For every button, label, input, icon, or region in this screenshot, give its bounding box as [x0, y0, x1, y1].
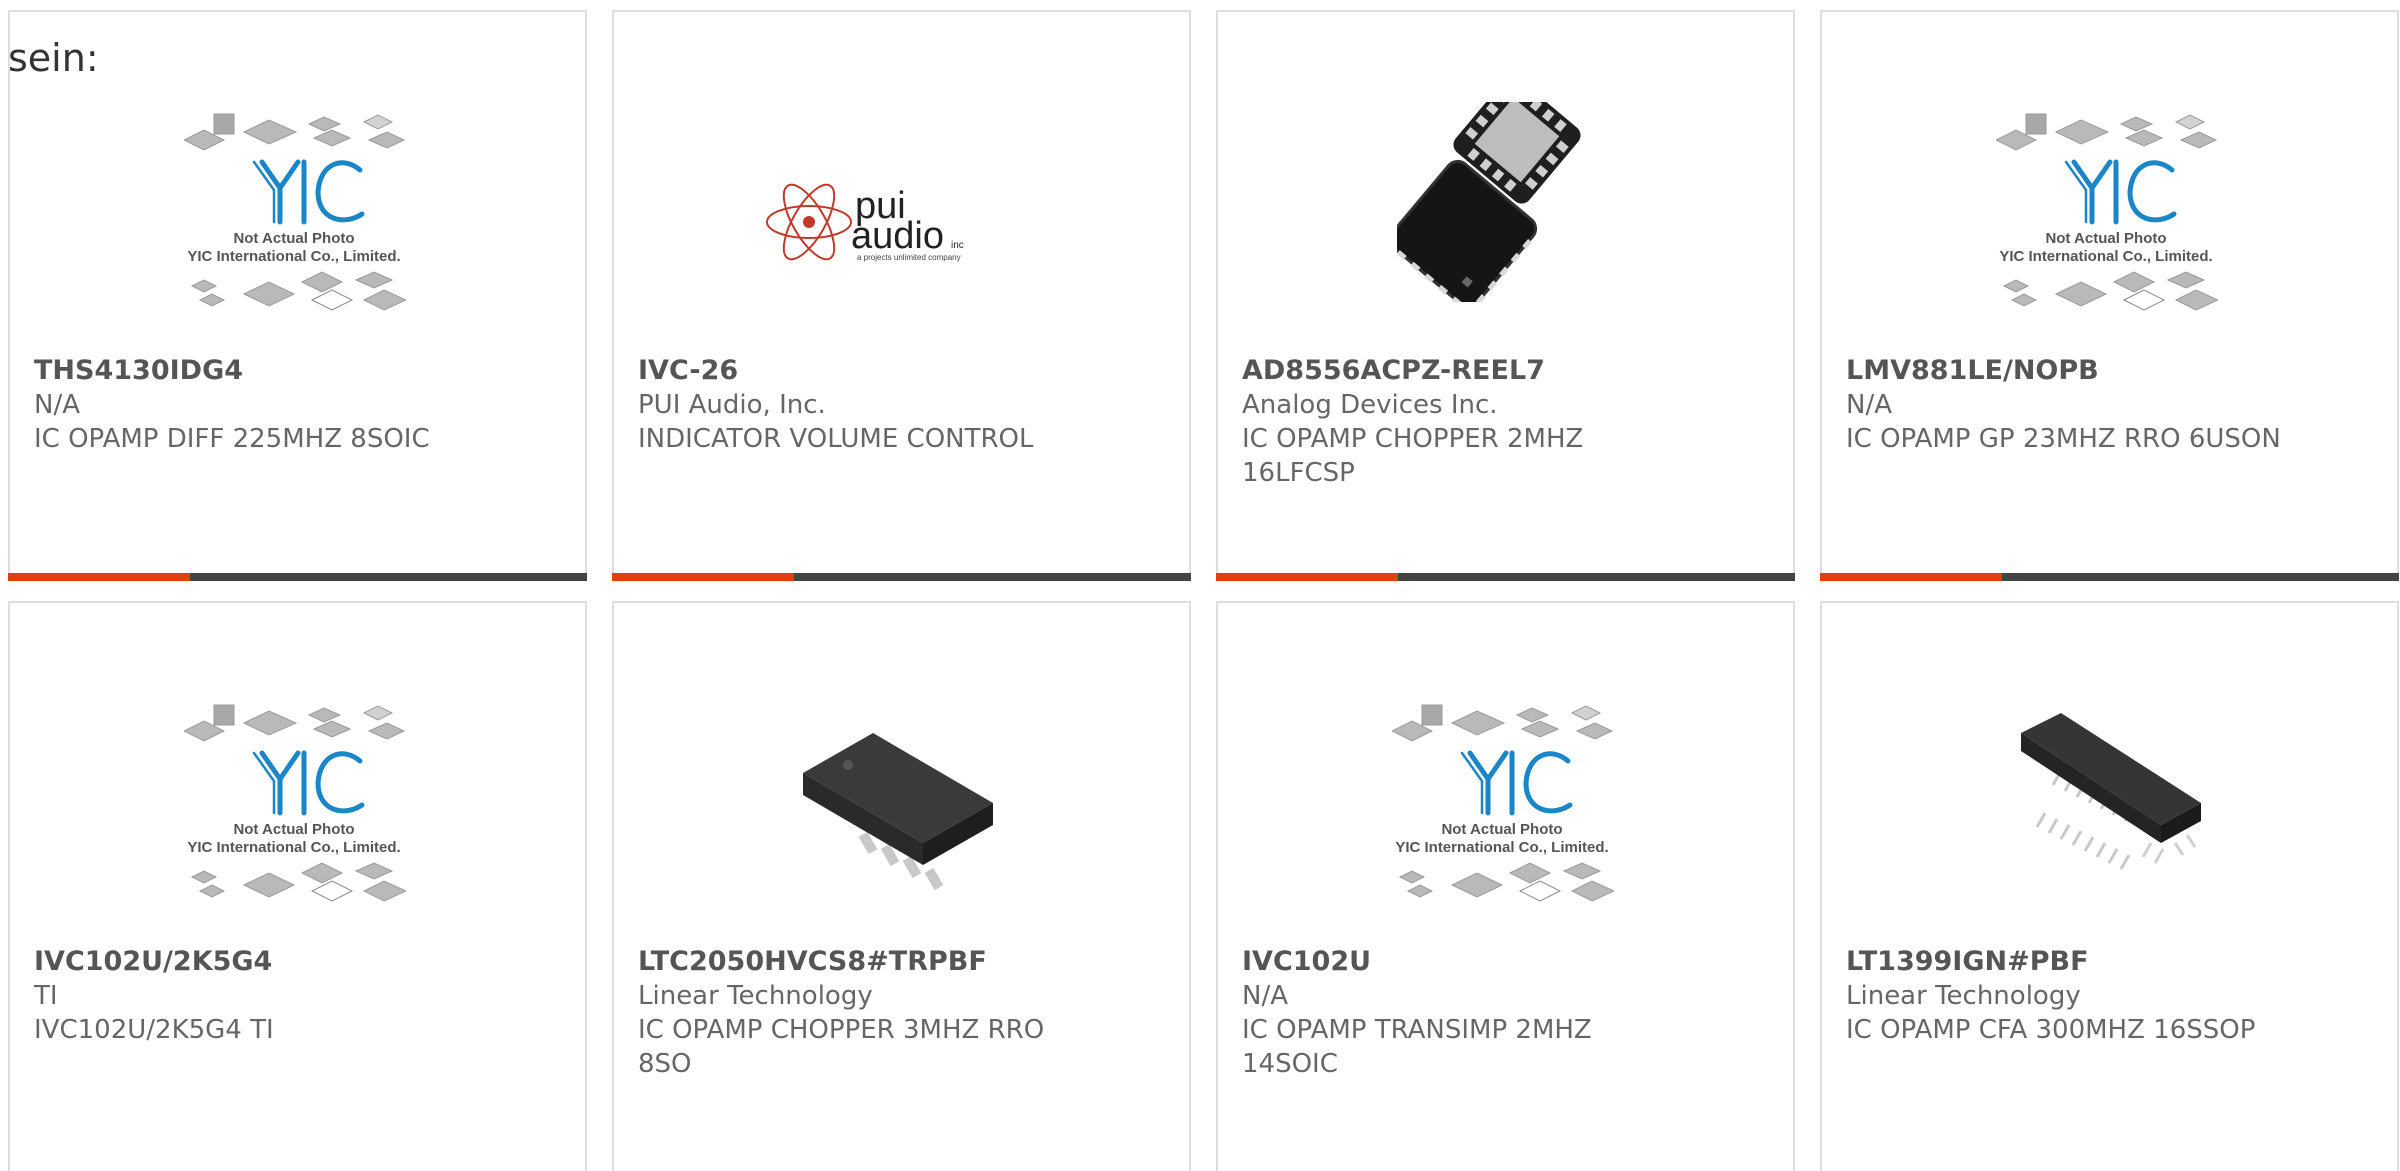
- part-number[interactable]: IVC102U: [1242, 945, 1773, 979]
- card-progress-bar: [1216, 573, 1795, 581]
- product-card[interactable]: LT1399IGN#PBF Linear Technology IC OPAMP…: [1820, 601, 2399, 1171]
- manufacturer: Linear Technology: [1846, 981, 2081, 1011]
- svg-text:a projects unlimited company: a projects unlimited company: [857, 253, 961, 262]
- manufacturer: N/A: [1242, 981, 1288, 1011]
- description: INDICATOR VOLUME CONTROL: [638, 424, 1034, 454]
- description: IC OPAMP TRANSIMP 2MHZ 14SOIC: [1242, 1015, 1592, 1079]
- part-number[interactable]: LMV881LE/NOPB: [1846, 354, 2377, 388]
- yic-placeholder-image: [2001, 102, 2211, 352]
- part-number[interactable]: LTC2050HVCS8#TRPBF: [638, 945, 1169, 979]
- product-card[interactable]: IVC102U N/A IC OPAMP TRANSIMP 2MHZ 14SOI…: [1216, 601, 1795, 1171]
- description: IC OPAMP CHOPPER 3MHZ RRO 8SO: [638, 1015, 1045, 1079]
- yic-placeholder-image: [1397, 693, 1607, 943]
- part-number[interactable]: LT1399IGN#PBF: [1846, 945, 2377, 979]
- part-number[interactable]: IVC102U/2K5G4: [34, 945, 565, 979]
- product-card[interactable]: AD8556ACPZ-REEL7 Analog Devices Inc. IC …: [1216, 10, 1795, 581]
- product-card[interactable]: THS4130IDG4 N/A IC OPAMP DIFF 225MHZ 8SO…: [8, 10, 587, 581]
- card-progress-bar: [8, 573, 587, 581]
- pui-audio-logo-image: pui audio inc a projects unlimited compa…: [766, 102, 1003, 352]
- yic-placeholder-image: [189, 693, 399, 943]
- manufacturer: Linear Technology: [638, 981, 873, 1011]
- card-progress-bar: [1820, 573, 2399, 581]
- product-card[interactable]: IVC102U/2K5G4 TI IVC102U/2K5G4 TI: [8, 601, 587, 1171]
- ssop-chip-image: [2001, 693, 2211, 943]
- svg-text:inc: inc: [951, 240, 964, 251]
- product-card[interactable]: pui audio inc a projects unlimited compa…: [612, 10, 1191, 581]
- description: IVC102U/2K5G4 TI: [34, 1015, 274, 1045]
- yic-placeholder-image: [189, 102, 399, 352]
- manufacturer: PUI Audio, Inc.: [638, 390, 826, 420]
- description: IC OPAMP DIFF 225MHZ 8SOIC: [34, 424, 430, 454]
- product-card[interactable]: LMV881LE/NOPB N/A IC OPAMP GP 23MHZ RRO …: [1820, 10, 2399, 581]
- part-number[interactable]: AD8556ACPZ-REEL7: [1242, 354, 1773, 388]
- card-progress-bar: [612, 573, 1191, 581]
- description: IC OPAMP GP 23MHZ RRO 6USON: [1846, 424, 2281, 454]
- manufacturer: N/A: [1846, 390, 1892, 420]
- so8-chip-image: [793, 693, 1003, 943]
- intro-text: sein:: [8, 36, 99, 80]
- svg-text:audio: audio: [851, 215, 944, 257]
- part-number[interactable]: IVC-26: [638, 354, 1169, 388]
- lfcsp-chip-image: [1397, 102, 1607, 352]
- part-number[interactable]: THS4130IDG4: [34, 354, 565, 388]
- manufacturer: Analog Devices Inc.: [1242, 390, 1498, 420]
- product-card[interactable]: LTC2050HVCS8#TRPBF Linear Technology IC …: [612, 601, 1191, 1171]
- description: IC OPAMP CHOPPER 2MHZ 16LFCSP: [1242, 424, 1584, 488]
- manufacturer: TI: [34, 981, 58, 1011]
- manufacturer: N/A: [34, 390, 80, 420]
- description: IC OPAMP CFA 300MHZ 16SSOP: [1846, 1015, 2256, 1045]
